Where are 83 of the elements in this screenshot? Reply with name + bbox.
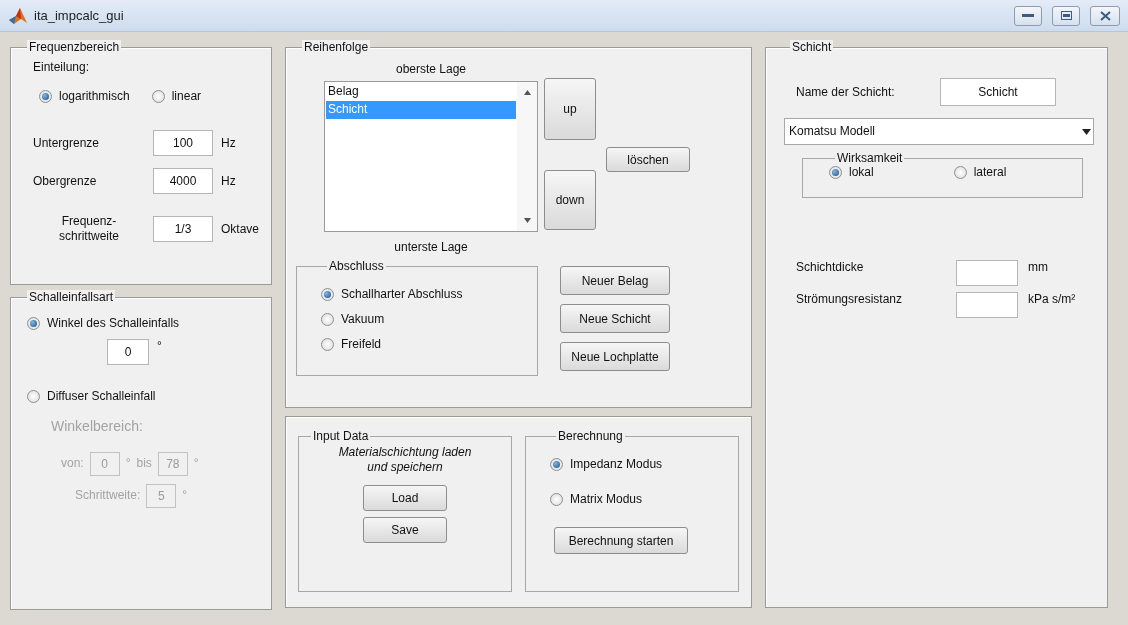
input-field[interactable]: Schicht [940, 78, 1056, 106]
group-title: Berechnung [556, 429, 625, 443]
radio-label: Impedanz Modus [570, 457, 663, 472]
panel-title: Schicht [790, 40, 834, 54]
input-field[interactable]: 100 [153, 130, 213, 156]
unit-label: ° [182, 488, 188, 503]
unit-label: kPa s/m² [1028, 292, 1076, 307]
radio-label: lateral [973, 165, 1007, 180]
close-button[interactable] [1090, 5, 1120, 26]
list-item[interactable]: Belag [326, 83, 516, 101]
panel-title: Reihenfolge [302, 40, 371, 54]
unit-label: ° [193, 456, 199, 471]
unit-label: mm [1028, 260, 1048, 275]
dropdown-arrow-icon [1082, 128, 1091, 135]
new-item-button[interactable]: Neuer Belag [560, 266, 670, 295]
window-title: ita_impcalc_gui [34, 8, 125, 23]
unit-label: Hz [221, 173, 236, 189]
field-label: von: [61, 456, 84, 471]
hint-text: Materialschichtung laden und speichern [337, 445, 473, 475]
field-label: Untergrenze [33, 135, 101, 151]
new-item-button[interactable]: Neue Schicht [560, 304, 670, 333]
unit-label: ° [157, 339, 162, 354]
unit-label: Oktave [221, 221, 259, 237]
minimize-icon [1022, 13, 1034, 18]
group-title: Input Data [311, 429, 371, 443]
model-dropdown[interactable]: Komatsu Modell [784, 118, 1094, 145]
panel-title: Frequenzbereich [27, 40, 122, 54]
minimize-button[interactable] [1014, 5, 1042, 26]
group-title: Abschluss [327, 259, 386, 273]
field-label: Schichtdicke [796, 260, 865, 275]
unit-label: Hz [221, 135, 236, 151]
group-title: Wirksamkeit [835, 151, 905, 165]
radio-label: Vakuum [341, 312, 385, 327]
field-label: Strömungsresistanz [796, 292, 904, 307]
radio-label: Diffuser Schalleinfall [47, 389, 156, 404]
app-logo-icon [8, 6, 28, 25]
input-field[interactable] [956, 292, 1018, 318]
load-button[interactable]: Load [363, 485, 447, 511]
radio-label: Winkel des Schalleinfalls [47, 316, 180, 331]
layer-list[interactable]: Belag Schicht [324, 81, 538, 232]
close-icon [1099, 10, 1111, 21]
start-calculation-button[interactable]: Berechnung starten [554, 527, 688, 554]
radio-button[interactable] [39, 90, 52, 103]
radio-button[interactable] [550, 458, 563, 471]
unit-label: ° [125, 456, 131, 471]
field-label: Frequenz- schrittweite [58, 214, 120, 244]
label: Winkelbereich: [51, 418, 143, 436]
label: unterste Lage [393, 240, 469, 255]
radio-label: lokal [849, 165, 874, 180]
maximize-button[interactable] [1052, 5, 1080, 26]
field-label: Name der Schicht: [796, 84, 896, 100]
field-label: bis [136, 456, 152, 471]
radio-label: logarithmisch [59, 89, 130, 104]
scroll-down-icon[interactable] [523, 218, 531, 223]
radio-button[interactable] [953, 166, 967, 179]
down-button[interactable]: down [544, 170, 596, 230]
radio-button[interactable] [27, 317, 40, 330]
radio-button[interactable] [550, 493, 563, 506]
field-label: Obergrenze [33, 173, 98, 189]
radio-button[interactable] [321, 288, 334, 301]
input-field[interactable]: 4000 [153, 168, 213, 194]
radio-label: Freifeld [341, 337, 381, 352]
label: Einteilung: [33, 60, 90, 75]
radio-button[interactable] [151, 90, 165, 103]
input-field[interactable] [956, 260, 1018, 286]
dropdown-value: Komatsu Modell [789, 124, 876, 139]
up-button[interactable]: up [544, 78, 596, 140]
delete-button[interactable]: löschen [606, 147, 690, 172]
save-button[interactable]: Save [363, 517, 447, 543]
field-label: Schrittweite: [75, 488, 141, 503]
input-field[interactable]: 0 [107, 339, 149, 365]
label: oberste Lage [394, 62, 468, 77]
radio-button[interactable] [321, 338, 334, 351]
radio-label: Schallharter Abschluss [341, 287, 463, 302]
radio-label: Matrix Modus [570, 492, 643, 507]
scroll-up-icon[interactable] [523, 90, 531, 95]
maximize-icon [1060, 11, 1072, 20]
radio-button[interactable] [829, 166, 842, 179]
panel-title: Schalleinfallsart [27, 290, 116, 304]
radio-button[interactable] [321, 313, 334, 326]
input-field[interactable]: 1/3 [153, 216, 213, 242]
radio-label: linear [171, 89, 202, 104]
new-item-button[interactable]: Neue Lochplatte [560, 342, 670, 371]
